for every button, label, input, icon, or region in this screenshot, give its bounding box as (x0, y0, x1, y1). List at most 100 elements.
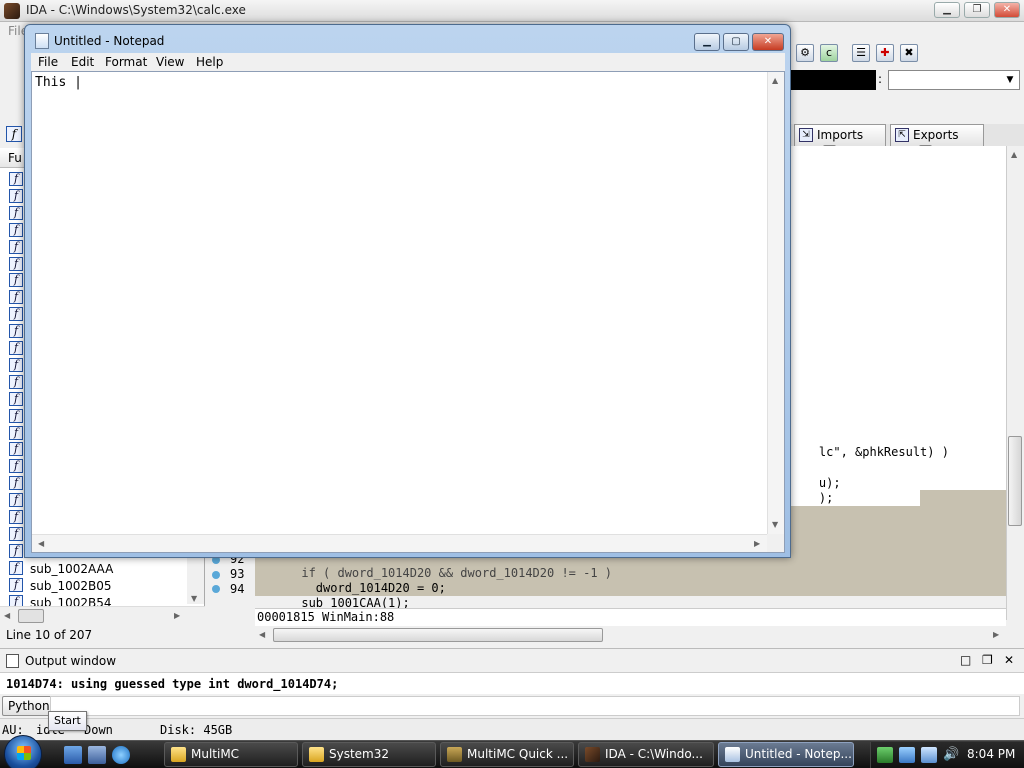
ida-titlebar[interactable]: IDA - C:\Windows\System32\calc.exe ▁ ❐ ✕ (0, 0, 1024, 22)
notepad-text-area[interactable]: This | ▲ ▼ ◀ ▶ (31, 71, 785, 553)
scrollbar-thumb[interactable] (273, 628, 603, 642)
switch-windows-icon[interactable] (88, 746, 106, 764)
start-button[interactable] (4, 735, 42, 768)
output-window-body[interactable]: 1014D74: using guessed type int dword_10… (0, 672, 1024, 694)
list-icon[interactable]: ☰ (852, 44, 870, 62)
ida-close-button[interactable]: ✕ (994, 2, 1020, 18)
code-horizontal-scrollbar[interactable]: ◀ ▶ (255, 626, 1006, 644)
output-window-header: Output window □ ❐ ✕ (0, 648, 1024, 672)
folder-icon (309, 747, 324, 762)
notepad-close-button[interactable]: ✕ (752, 33, 784, 51)
ida-combo-box[interactable]: ▼ (888, 70, 1020, 90)
scroll-up-icon[interactable]: ▲ (772, 76, 778, 85)
scroll-right-icon[interactable]: ▶ (174, 611, 180, 620)
functions-horizontal-scrollbar[interactable]: ◀ ▶ (0, 606, 205, 624)
scroll-down-icon[interactable]: ▼ (191, 594, 197, 603)
code-vertical-scrollbar[interactable]: ▲ (1006, 146, 1023, 620)
menu-format[interactable]: Format (105, 55, 147, 69)
menu-view[interactable]: View (156, 55, 184, 69)
function-icon: f (9, 357, 23, 372)
breakpoint-dot-icon[interactable] (212, 571, 220, 579)
notepad-vertical-scrollbar[interactable]: ▲ ▼ (767, 72, 784, 534)
scroll-left-icon[interactable]: ◀ (4, 611, 10, 620)
scrollbar-thumb[interactable] (1008, 436, 1022, 526)
notepad-title: Untitled - Notepad (54, 34, 165, 48)
scroll-left-icon[interactable]: ◀ (259, 630, 265, 639)
system-tray: 🔊 8:04 PM (870, 742, 1024, 768)
scroll-right-icon[interactable]: ▶ (754, 539, 760, 548)
tab-imports[interactable]: ⇲ Imports ✕ (794, 124, 886, 158)
graph-icon[interactable]: ⚙ (796, 44, 814, 62)
show-desktop-icon[interactable] (64, 746, 82, 764)
clock[interactable]: 8:04 PM (967, 747, 1015, 761)
function-name[interactable]: sub_1002B05 (30, 579, 112, 593)
function-icon: f (9, 526, 23, 541)
code-text: lc", &phkResult) ) (818, 445, 949, 459)
folder-icon (171, 747, 186, 762)
ida-address-field[interactable] (790, 70, 876, 90)
scroll-left-icon[interactable]: ◀ (38, 539, 44, 548)
output-line: 1014D74: using guessed type int dword_10… (6, 677, 339, 691)
status-disk: Disk: 45GB (160, 723, 233, 737)
tab-exports[interactable]: ⇱ Exports ✕ (890, 124, 984, 158)
notepad-menubar: File Edit Format View Help (31, 53, 785, 71)
taskbar-button-multimc[interactable]: MultiMC (164, 742, 298, 767)
taskbar: MultiMC System32 MultiMC Quick ... IDA -… (0, 735, 1024, 768)
functions-window-icon[interactable]: f (6, 126, 22, 142)
function-icon: f (9, 459, 23, 474)
functions-vertical-scrollbar[interactable]: ▼ (187, 558, 204, 604)
menu-edit[interactable]: Edit (71, 55, 94, 69)
taskbar-button-label: Untitled - Notep... (745, 747, 852, 761)
function-icon: f (9, 476, 23, 491)
menu-help[interactable]: Help (196, 55, 223, 69)
function-icon: f (9, 172, 23, 186)
ida-status-bar: AU: idle Down Disk: 45GB (0, 718, 1024, 740)
notepad-minimize-button[interactable]: ▁ (694, 33, 720, 51)
ida-icon (585, 747, 600, 762)
volume-icon[interactable]: 🔊 (943, 747, 959, 763)
ida-maximize-button[interactable]: ❐ (964, 2, 990, 18)
function-icon: f (9, 493, 23, 508)
display-icon[interactable] (921, 747, 937, 763)
function-icon: f (9, 577, 23, 592)
decompile-icon[interactable]: c (820, 44, 838, 62)
scroll-right-icon[interactable]: ▶ (993, 630, 999, 639)
taskbar-button-multimc-quick[interactable]: MultiMC Quick ... (440, 742, 574, 767)
internet-explorer-icon[interactable] (112, 746, 130, 764)
restore-icon[interactable]: □ (960, 653, 971, 667)
code-line[interactable]: ); (790, 477, 833, 519)
function-icon: f (9, 256, 23, 271)
start-tooltip: Start (48, 711, 87, 731)
function-icon: f (9, 324, 23, 339)
function-icon: f (9, 391, 23, 406)
python-command-input[interactable] (50, 696, 1020, 716)
ida-minimize-button[interactable]: ▁ (934, 2, 960, 18)
function-icon: f (9, 510, 23, 524)
taskbar-button-system32[interactable]: System32 (302, 742, 436, 767)
location-text: 00001815 WinMain:88 (257, 610, 395, 624)
breakpoint-dot-icon[interactable] (212, 585, 220, 593)
menu-file[interactable]: File (38, 55, 58, 69)
resize-grip-icon[interactable] (767, 534, 784, 552)
chevron-down-icon[interactable]: ▼ (1003, 73, 1017, 87)
float-icon[interactable]: ❐ (982, 653, 993, 667)
taskbar-button-notepad[interactable]: Untitled - Notep... (718, 742, 854, 767)
tray-app-icon[interactable] (877, 747, 893, 763)
network-icon[interactable] (899, 747, 915, 763)
add-breakpoint-icon[interactable]: ✚ (876, 44, 894, 62)
scroll-down-icon[interactable]: ▼ (772, 520, 778, 529)
scroll-up-icon[interactable]: ▲ (1011, 150, 1017, 159)
function-icon: f (9, 307, 23, 322)
close-icon[interactable]: ✕ (1004, 653, 1014, 667)
scrollbar-thumb[interactable] (18, 609, 44, 623)
function-icon: f (9, 290, 23, 305)
function-icon: f (9, 341, 23, 355)
exports-icon: ⇱ (895, 128, 909, 142)
remove-breakpoint-icon[interactable]: ✖ (900, 44, 918, 62)
status-direction: Down (84, 723, 113, 737)
notepad-horizontal-scrollbar[interactable]: ◀ ▶ (32, 534, 768, 552)
function-name[interactable]: sub_1002AAA (30, 562, 113, 576)
taskbar-button-ida[interactable]: IDA - C:\Windo... (578, 742, 714, 767)
notepad-maximize-button[interactable]: ▢ (723, 33, 749, 51)
taskbar-button-label: MultiMC (191, 747, 240, 761)
